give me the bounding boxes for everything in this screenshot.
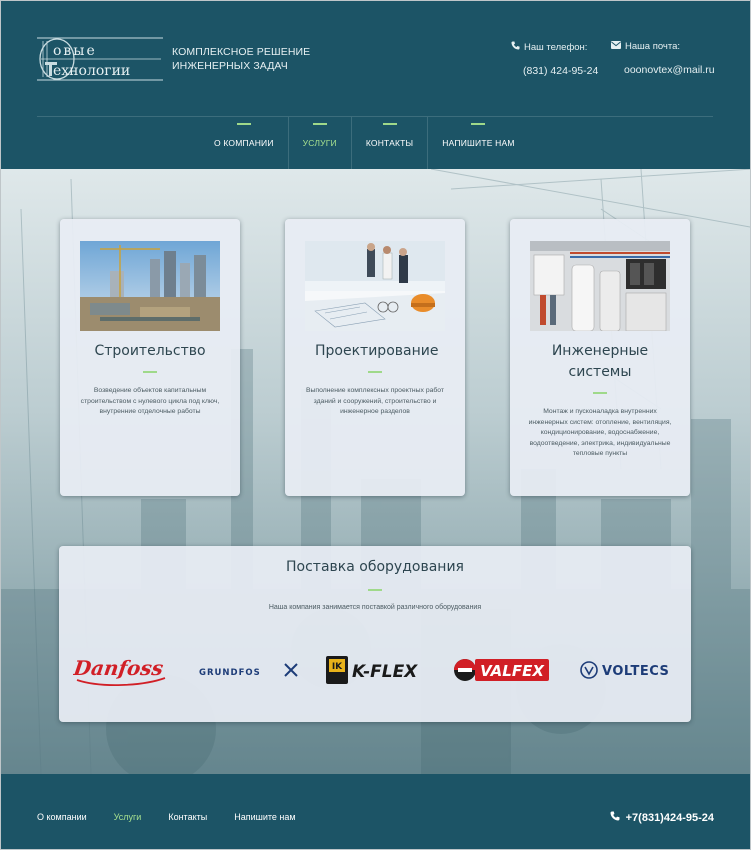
danfoss-logo[interactable]: Danfoss	[71, 650, 169, 690]
phone-icon	[610, 811, 620, 824]
envelope-icon	[611, 41, 621, 52]
kflex-logo[interactable]: IK K-FLEX	[324, 652, 424, 688]
nav-item-write-us[interactable]: НАПИШИТЕ НАМ	[428, 116, 528, 169]
nav-item-label: О КОМПАНИИ	[214, 137, 274, 148]
services-section: Строительство Возведение объектов капита…	[1, 169, 750, 774]
phone-value[interactable]: (831) 424-95-24	[511, 65, 598, 77]
service-card-construction[interactable]: Строительство Возведение объектов капита…	[60, 219, 240, 496]
company-logo[interactable]: овые ехнологии	[37, 37, 163, 81]
footer-link-about[interactable]: О компании	[37, 812, 87, 822]
title-underline	[593, 392, 607, 394]
phone-label: Наш телефон:	[524, 41, 588, 53]
nav-item-label: КОНТАКТЫ	[365, 137, 414, 148]
construction-site-photo	[80, 241, 220, 331]
nav-item-about[interactable]: О КОМПАНИИ	[200, 116, 289, 169]
svg-text:VALFEX: VALFEX	[480, 662, 545, 680]
boiler-room-photo	[530, 241, 670, 331]
nav-marker	[236, 123, 251, 125]
nav-marker	[471, 123, 486, 125]
service-title: Инженерные системы	[551, 343, 649, 380]
service-description: Монтаж и пусконаладка внутренних инженер…	[528, 408, 672, 457]
grundfos-logo[interactable]: GRUNDFOS	[197, 660, 299, 680]
supply-description: Наша компания занимается поставкой разли…	[268, 604, 482, 611]
service-description: Возведение объектов капитальным строител…	[80, 387, 220, 415]
voltecs-logo[interactable]: VOLTECS	[577, 658, 681, 682]
svg-text:VOLTECS: VOLTECS	[602, 664, 669, 679]
email-value[interactable]: ooonovtex@mail.ru	[611, 64, 715, 76]
site-header: овые ехнологии КОМПЛЕКСНОЕ РЕШЕНИЕ ИНЖЕН…	[1, 1, 750, 169]
page: овые ехнологии КОМПЛЕКСНОЕ РЕШЕНИЕ ИНЖЕН…	[0, 0, 751, 850]
phone-icon	[511, 41, 520, 53]
nav-marker	[382, 123, 397, 125]
tagline-line-2: ИНЖЕНЕРНЫХ ЗАДАЧ	[172, 60, 288, 72]
email-label: Наша почта:	[625, 41, 681, 52]
svg-text:K-FLEX: K-FLEX	[352, 662, 418, 682]
footer-phone[interactable]: +7(831)424-95-24	[610, 811, 714, 824]
company-tagline: КОМПЛЕКСНОЕ РЕШЕНИЕ ИНЖЕНЕРНЫХ ЗАДАЧ	[172, 45, 310, 73]
service-title: Строительство	[94, 343, 206, 359]
svg-text:Danfoss: Danfoss	[73, 656, 165, 680]
title-underline	[368, 371, 382, 373]
nav-item-contacts[interactable]: КОНТАКТЫ	[352, 116, 429, 169]
service-card-design[interactable]: Проектирование Выполнение комплексных пр…	[285, 219, 465, 496]
nav-marker	[312, 123, 327, 125]
service-title: Проектирование	[315, 343, 439, 359]
nav-item-label: НАПИШИТЕ НАМ	[442, 137, 515, 148]
svg-text:GRUNDFOS: GRUNDFOS	[199, 668, 261, 678]
title-underline	[368, 589, 382, 591]
title-underline	[143, 371, 157, 373]
service-description: Выполнение комплексных проектных работ з…	[305, 387, 445, 415]
valfex-logo[interactable]: VALFEX	[451, 654, 551, 686]
site-footer: О компании Услуги Контакты Напишите нам …	[1, 774, 750, 849]
footer-link-services[interactable]: Услуги	[114, 812, 142, 822]
logo-top-text: овые	[53, 43, 97, 59]
nav-item-services[interactable]: УСЛУГИ	[289, 116, 352, 169]
supply-title: Поставка оборудования	[286, 559, 464, 575]
equipment-supply-panel: Поставка оборудования Наша компания зани…	[59, 546, 691, 722]
logo-bottom-text: ехнологии	[53, 63, 130, 79]
header-email: Наша почта: ooonovtex@mail.ru	[611, 41, 715, 76]
tagline-line-1: КОМПЛЕКСНОЕ РЕШЕНИЕ	[172, 46, 311, 58]
footer-phone-value: +7(831)424-95-24	[625, 811, 714, 824]
main-nav: О КОМПАНИИ УСЛУГИ КОНТАКТЫ НАПИШИТЕ НАМ	[200, 116, 529, 169]
service-card-engineering[interactable]: Инженерные системы Монтаж и пусконаладка…	[510, 219, 690, 496]
svg-text:IK: IK	[332, 662, 343, 672]
header-phone: Наш телефон: (831) 424-95-24	[511, 41, 598, 77]
footer-link-contacts[interactable]: Контакты	[168, 812, 207, 822]
engineers-at-blueprints-photo	[305, 241, 445, 331]
footer-nav: О компании Услуги Контакты Напишите нам	[37, 812, 296, 822]
footer-link-write-us[interactable]: Напишите нам	[234, 812, 295, 822]
nav-item-label: УСЛУГИ	[302, 137, 337, 148]
